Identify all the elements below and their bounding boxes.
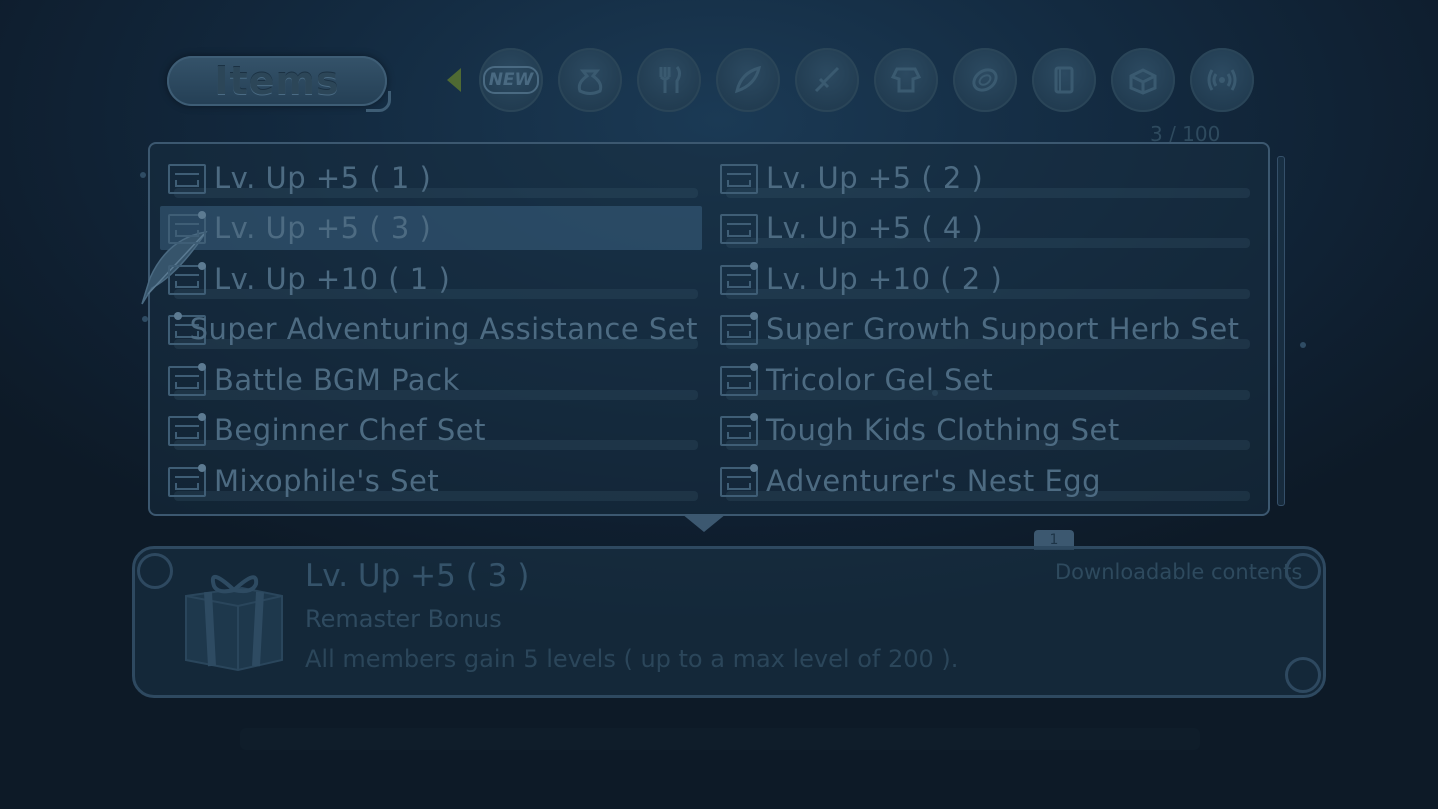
- list-scrollbar[interactable]: [1277, 156, 1285, 506]
- tab-all[interactable]: [1190, 48, 1254, 112]
- scroll-down-arrow-icon[interactable]: [682, 514, 726, 532]
- chest-icon: [1129, 68, 1157, 95]
- tab-key-items[interactable]: [1032, 48, 1096, 112]
- list-item[interactable]: Adventurer's Nest Egg: [720, 457, 1250, 505]
- item-label: Lv. Up +5 ( 1 ): [214, 161, 432, 195]
- item-label: Lv. Up +10 ( 1 ): [214, 262, 451, 296]
- item-label: Mixophile's Set: [214, 464, 440, 498]
- dlc-item-icon: [168, 211, 206, 244]
- new-dot-icon: [198, 363, 206, 371]
- item-label: Lv. Up +5 ( 3 ): [214, 211, 432, 245]
- list-item[interactable]: Lv. Up +5 ( 4 ): [720, 204, 1250, 252]
- new-dot-icon: [750, 464, 758, 472]
- page-title: Items: [167, 56, 391, 112]
- dlc-item-icon: [720, 464, 758, 497]
- list-item[interactable]: Lv. Up +10 ( 1 ): [168, 255, 698, 303]
- corner-ornament: [137, 553, 173, 589]
- tab-prev-arrow-icon[interactable]: [447, 68, 461, 92]
- item-label: Tricolor Gel Set: [766, 363, 994, 397]
- list-item[interactable]: Tough Kids Clothing Set: [720, 406, 1250, 454]
- list-item[interactable]: Lv. Up +5 ( 2 ): [720, 154, 1250, 202]
- tab-consumables[interactable]: [558, 48, 622, 112]
- sound-waves-icon: [1207, 69, 1237, 91]
- new-dot-icon: [173, 312, 182, 320]
- item-label: Adventurer's Nest Egg: [766, 464, 1102, 498]
- item-label: Beginner Chef Set: [214, 413, 486, 447]
- dlc-item-icon: [720, 363, 758, 396]
- gift-box-icon: [185, 575, 283, 672]
- dlc-item-icon: [168, 312, 206, 345]
- dlc-item-icon: [720, 262, 758, 295]
- tab-armor[interactable]: [874, 48, 938, 112]
- sparkle: [140, 172, 146, 178]
- leaf-icon: [734, 65, 762, 94]
- new-dot-icon: [198, 413, 206, 421]
- item-label: Lv. Up +5 ( 2 ): [766, 161, 984, 195]
- dlc-item-icon: [720, 214, 758, 244]
- list-item[interactable]: Mixophile's Set: [168, 457, 698, 505]
- list-item[interactable]: Battle BGM Pack: [168, 356, 698, 404]
- bag-icon: [577, 69, 603, 95]
- detail-item-category: Downloadable contents: [1055, 560, 1303, 584]
- page-title-text: Items: [214, 59, 340, 103]
- tab-food[interactable]: [637, 48, 701, 112]
- corner-ornament: [1285, 657, 1321, 693]
- dlc-item-icon: [168, 363, 206, 396]
- item-label: Tough Kids Clothing Set: [766, 413, 1120, 447]
- sparkle: [1300, 342, 1306, 348]
- item-label: Lv. Up +10 ( 2 ): [766, 262, 1003, 296]
- dlc-item-icon: [168, 464, 206, 497]
- button-hint-bar: [240, 728, 1200, 750]
- dlc-item-icon: [720, 164, 758, 194]
- dlc-item-icon: [168, 164, 206, 194]
- tab-weapons[interactable]: [795, 48, 859, 112]
- book-icon: [1054, 66, 1074, 94]
- new-dot-icon: [750, 413, 758, 421]
- detail-item-description: All members gain 5 levels ( up to a max …: [305, 645, 959, 673]
- ring-icon: [972, 68, 998, 92]
- fork-knife-icon: [659, 66, 681, 93]
- sword-icon: [814, 66, 840, 93]
- tab-materials[interactable]: [716, 48, 780, 112]
- dlc-item-icon: [720, 413, 758, 446]
- armor-icon: [890, 67, 922, 93]
- list-item[interactable]: Super Growth Support Herb Set: [720, 305, 1250, 353]
- detail-item-name: Lv. Up +5 ( 3 ): [305, 558, 530, 594]
- new-dot-icon: [198, 464, 206, 472]
- new-dot-icon: [750, 363, 758, 371]
- item-label: Lv. Up +5 ( 4 ): [766, 211, 984, 245]
- tab-new[interactable]: NEW: [479, 48, 543, 112]
- list-item-selected[interactable]: Lv. Up +5 ( 3 ): [160, 204, 702, 252]
- new-badge-icon: NEW: [482, 66, 540, 94]
- item-label: Super Growth Support Herb Set: [766, 312, 1240, 346]
- dlc-item-icon: [168, 413, 206, 446]
- tab-dlc[interactable]: [1111, 48, 1175, 112]
- tab-accessories[interactable]: [953, 48, 1017, 112]
- item-label: Super Adventuring Assistance Set: [189, 312, 698, 346]
- dlc-item-icon: [168, 262, 206, 295]
- list-item[interactable]: Super Adventuring Assistance Set: [168, 305, 698, 353]
- dlc-item-icon: [720, 312, 758, 345]
- list-item[interactable]: Tricolor Gel Set: [720, 356, 1250, 404]
- new-dot-icon: [198, 262, 206, 270]
- list-item[interactable]: Lv. Up +5 ( 1 ): [168, 154, 698, 202]
- list-item[interactable]: Beginner Chef Set: [168, 406, 698, 454]
- detail-item-subtitle: Remaster Bonus: [305, 605, 502, 633]
- new-dot-icon: [750, 262, 758, 270]
- list-item[interactable]: Lv. Up +10 ( 2 ): [720, 255, 1250, 303]
- new-dot-icon: [198, 211, 206, 219]
- new-dot-icon: [750, 312, 758, 320]
- item-label: Battle BGM Pack: [214, 363, 460, 397]
